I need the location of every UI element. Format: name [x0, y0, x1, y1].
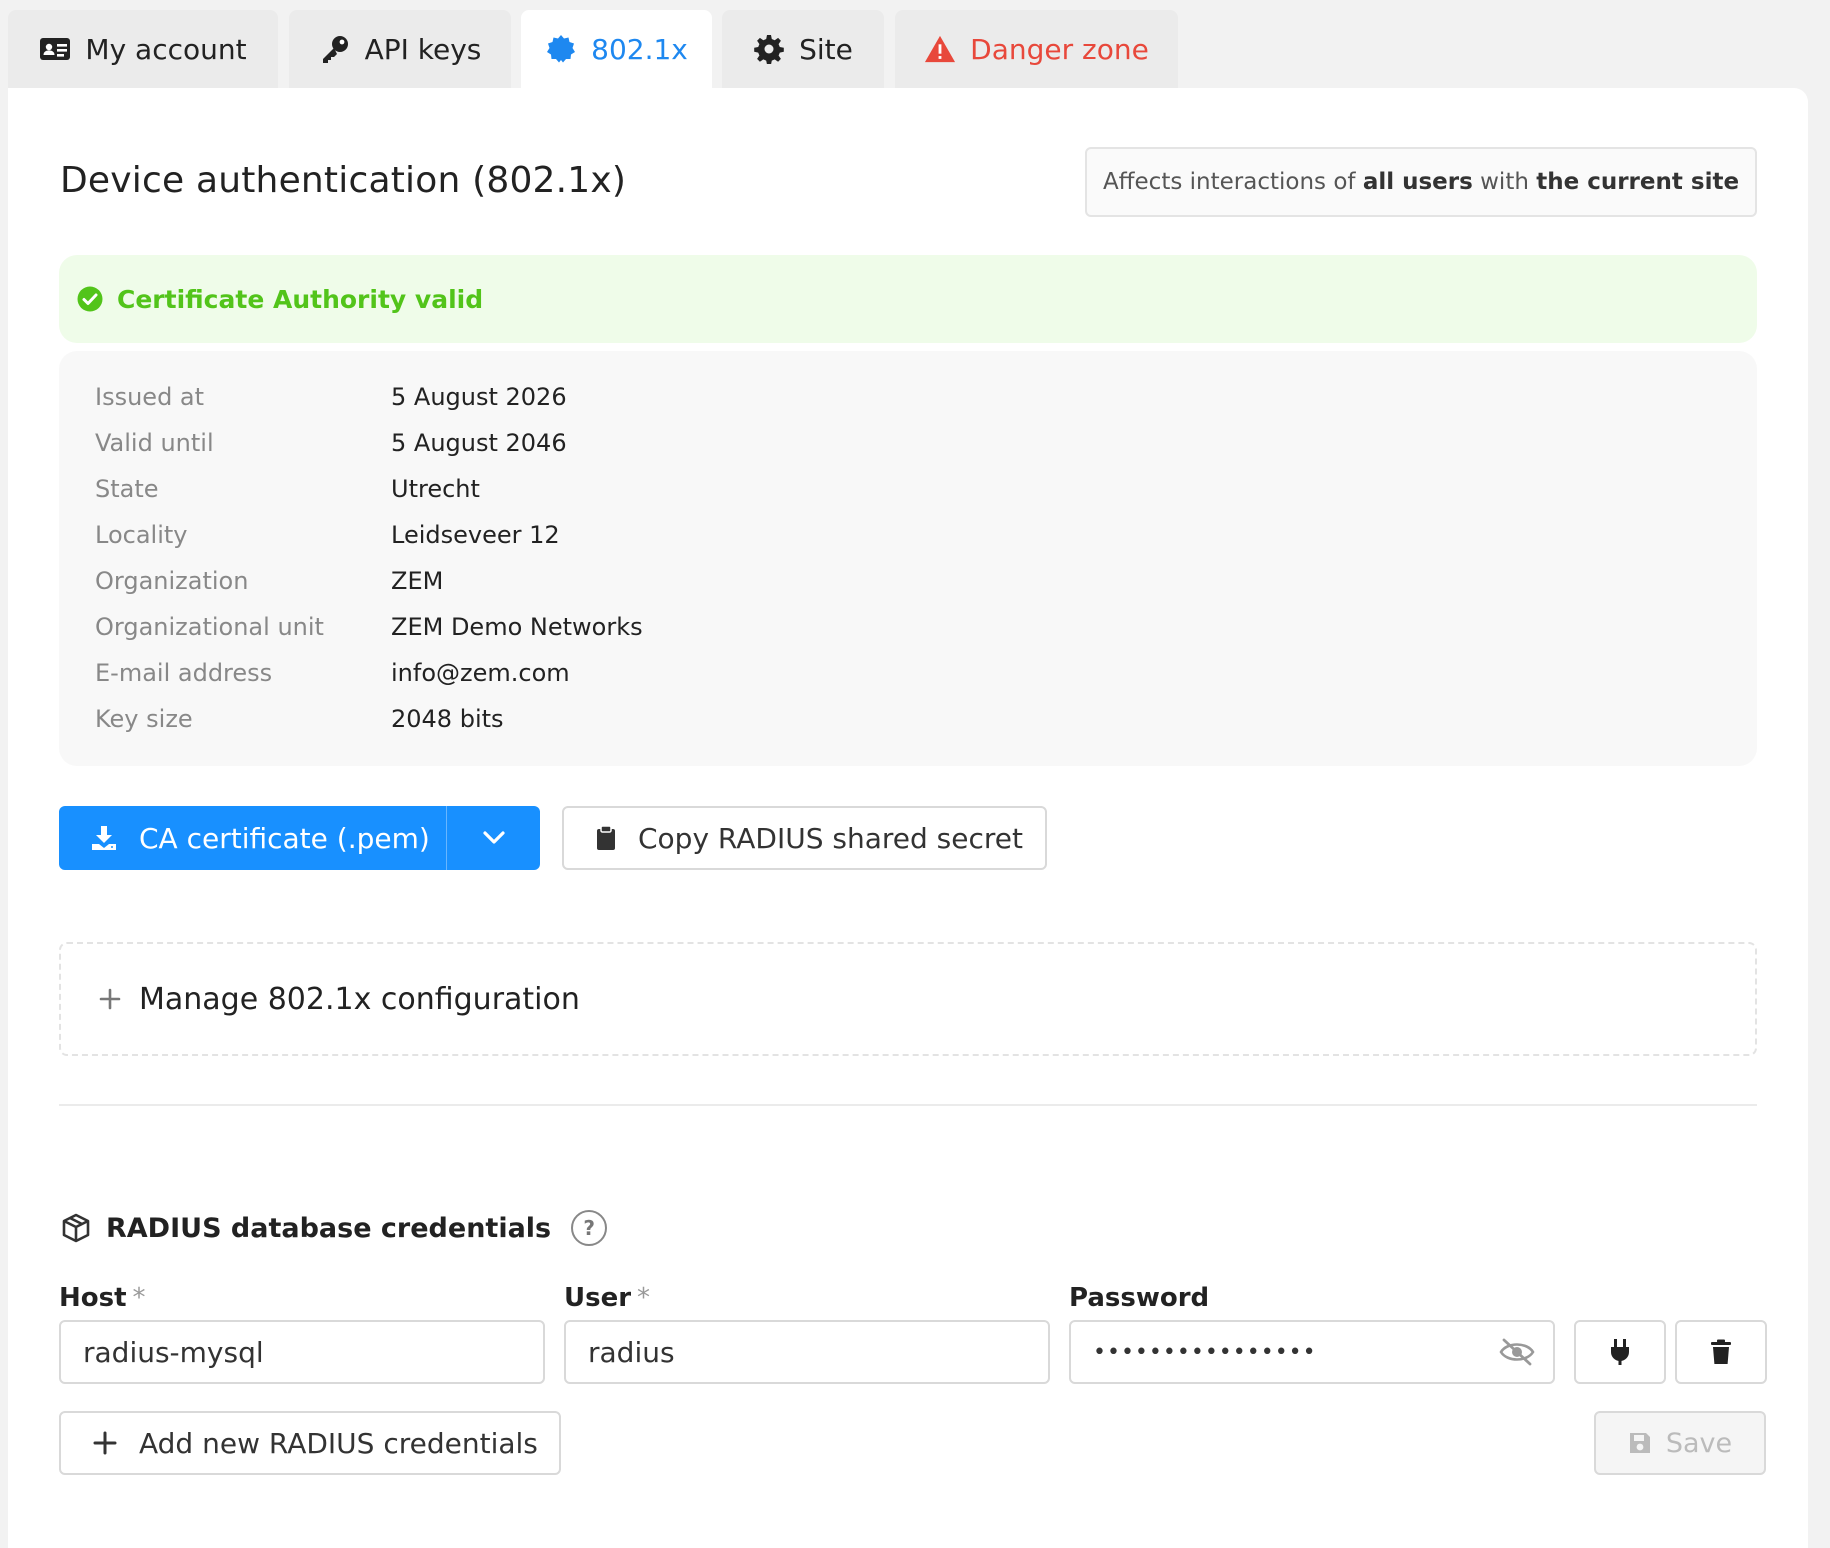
tab-label: API keys: [364, 32, 482, 66]
detail-value: 2048 bits: [391, 705, 504, 733]
save-button[interactable]: Save: [1594, 1411, 1766, 1475]
id-card-icon: [39, 33, 71, 65]
radius-section-title: RADIUS database credentials ?: [62, 1210, 608, 1246]
required-mark: *: [132, 1283, 146, 1313]
detail-label: Key size: [95, 705, 193, 733]
add-radius-credentials-button[interactable]: Add new RADIUS credentials: [59, 1411, 561, 1475]
badge-icon: [545, 33, 577, 65]
detail-label: Locality: [95, 521, 188, 549]
test-connection-button[interactable]: [1574, 1320, 1666, 1384]
detail-label: Organization: [95, 567, 249, 595]
save-label: Save: [1665, 1427, 1733, 1459]
password-label: Password: [1069, 1283, 1209, 1313]
password-field[interactable]: ••••••••••••••••: [1069, 1320, 1555, 1384]
tab-label: Site: [799, 32, 853, 66]
clipboard-icon: [597, 825, 615, 850]
detail-value: info@zem.com: [391, 659, 570, 687]
scope-text-with: with: [1480, 169, 1529, 195]
download-ca-button-group: CA certificate (.pem): [59, 806, 540, 870]
ca-status-alert: Certificate Authority valid: [59, 255, 1757, 343]
plus-icon: [99, 988, 121, 1010]
detail-value: ZEM: [391, 567, 444, 595]
key-icon: [319, 33, 351, 65]
save-icon: [1629, 1433, 1650, 1453]
detail-row: Valid until 5 August 2046: [95, 423, 567, 463]
detail-row: E-mail address info@zem.com: [95, 653, 570, 693]
scope-note: Affects interactions of all users with t…: [1085, 147, 1757, 217]
tab-802-1x[interactable]: 802.1x: [521, 10, 712, 88]
tab-danger-zone[interactable]: Danger zone: [895, 10, 1178, 88]
section-divider: [59, 1104, 1757, 1106]
plus-icon: [93, 1431, 117, 1455]
plug-icon: [1611, 1339, 1629, 1365]
chevron-down-icon: [482, 831, 505, 844]
tab-site[interactable]: Site: [722, 10, 884, 88]
detail-row: Organizational unit ZEM Demo Networks: [95, 607, 643, 647]
tab-api-keys[interactable]: API keys: [289, 10, 511, 88]
detail-value: ZEM Demo Networks: [391, 613, 643, 641]
detail-label: Valid until: [95, 429, 214, 457]
password-input[interactable]: ••••••••••••••••: [1093, 1340, 1317, 1365]
page-title: Device authentication (802.1x): [60, 160, 627, 201]
password-label-text: Password: [1069, 1283, 1210, 1313]
detail-value: 5 August 2026: [391, 383, 567, 411]
detail-value: Utrecht: [391, 475, 480, 503]
host-label-text: Host: [59, 1283, 127, 1313]
scope-all-users: all users: [1362, 169, 1473, 195]
detail-row: State Utrecht: [95, 469, 480, 509]
manage-config-collapsible[interactable]: Manage 802.1x configuration: [59, 942, 1757, 1056]
copy-radius-secret-button[interactable]: Copy RADIUS shared secret: [562, 806, 1047, 870]
radius-section-label: RADIUS database credentials: [106, 1212, 552, 1244]
eye-slash-icon[interactable]: [1499, 1338, 1535, 1366]
tab-my-account[interactable]: My account: [8, 10, 278, 88]
detail-value: Leidseveer 12: [391, 521, 560, 549]
manage-config-label: Manage 802.1x configuration: [139, 981, 580, 1017]
detail-row: Key size 2048 bits: [95, 699, 504, 739]
detail-value: 5 August 2046: [391, 429, 567, 457]
help-icon[interactable]: ?: [571, 1210, 608, 1246]
user-label: User *: [564, 1283, 650, 1313]
download-ca-label: CA certificate (.pem): [139, 821, 430, 855]
database-cube-icon: [62, 1213, 90, 1243]
scope-text: Affects interactions of: [1102, 169, 1356, 195]
host-input[interactable]: [83, 1335, 543, 1369]
tab-label: My account: [85, 32, 247, 66]
check-circle-icon: [77, 286, 103, 312]
detail-row: Locality Leidseveer 12: [95, 515, 560, 555]
add-radius-credentials-label: Add new RADIUS credentials: [139, 1426, 538, 1460]
gear-icon: [753, 33, 785, 65]
user-field[interactable]: [564, 1320, 1050, 1384]
download-options-dropdown[interactable]: [447, 806, 540, 870]
detail-row: Issued at 5 August 2026: [95, 377, 567, 417]
user-input[interactable]: [588, 1335, 1048, 1369]
download-ca-button[interactable]: CA certificate (.pem): [59, 806, 447, 870]
host-field[interactable]: [59, 1320, 545, 1384]
detail-label: Issued at: [95, 383, 205, 411]
tab-label: 802.1x: [591, 32, 688, 66]
detail-row: Organization ZEM: [95, 561, 443, 601]
detail-label: E-mail address: [95, 659, 273, 687]
copy-radius-secret-label: Copy RADIUS shared secret: [638, 821, 1023, 855]
host-label: Host *: [59, 1283, 146, 1313]
delete-credentials-button[interactable]: [1675, 1320, 1767, 1384]
detail-label: State: [95, 475, 159, 503]
download-icon: [92, 826, 116, 850]
user-label-text: User: [564, 1283, 632, 1313]
warning-icon: [924, 33, 956, 65]
required-mark: *: [637, 1283, 651, 1313]
trash-icon: [1711, 1339, 1731, 1364]
detail-label: Organizational unit: [95, 613, 324, 641]
ca-status-text: Certificate Authority valid: [117, 284, 484, 314]
tab-label: Danger zone: [970, 32, 1149, 66]
certificate-details: Issued at 5 August 2026 Valid until 5 Augu…: [59, 351, 1757, 766]
scope-current-site: the current site: [1536, 169, 1740, 195]
